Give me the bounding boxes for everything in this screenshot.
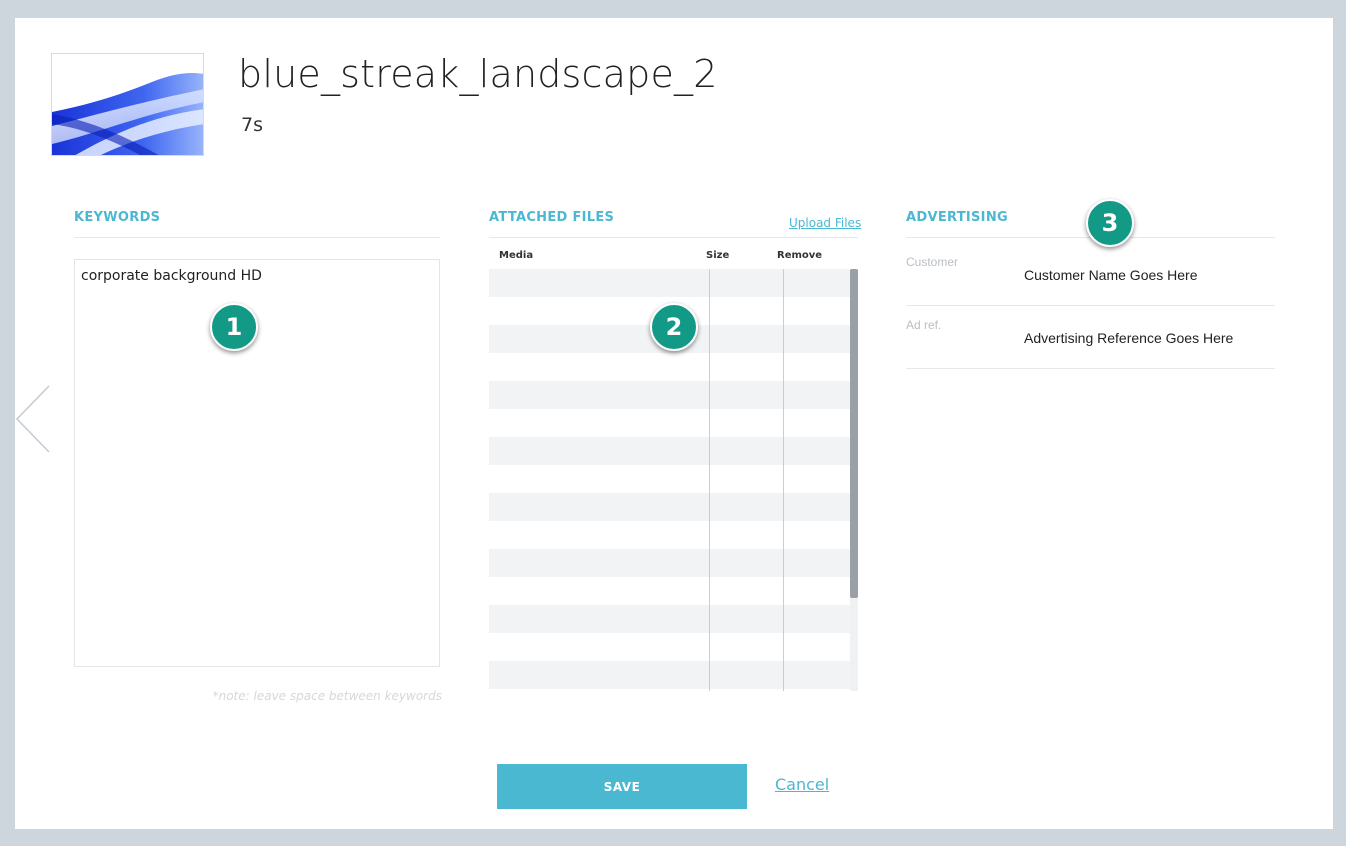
media-thumbnail [51, 53, 204, 156]
column-header-remove[interactable]: Remove [777, 250, 822, 261]
table-row [489, 577, 858, 605]
callout-badge-1: 1 [210, 303, 258, 351]
table-row [489, 521, 858, 549]
table-row [489, 353, 858, 381]
table-row [489, 381, 858, 409]
table-row [489, 409, 858, 437]
ad-ref-field[interactable]: Advertising Reference Goes Here [1024, 330, 1233, 346]
table-row [489, 493, 858, 521]
table-row [489, 605, 858, 633]
column-header-size[interactable]: Size [706, 250, 729, 261]
ad-ref-label: Ad ref. [906, 318, 942, 332]
advertising-row-divider [906, 305, 1275, 306]
advertising-heading: ADVERTISING [906, 210, 1008, 225]
table-row [489, 465, 858, 493]
callout-badge-2: 2 [650, 303, 698, 351]
table-row [489, 437, 858, 465]
column-divider [783, 269, 784, 691]
files-scrollbar-thumb[interactable] [850, 269, 858, 598]
table-row [489, 661, 858, 689]
keywords-heading: KEYWORDS [74, 210, 161, 225]
attached-files-heading: ATTACHED FILES [489, 210, 615, 225]
advertising-row-divider [906, 368, 1275, 369]
attached-files-divider [489, 237, 858, 238]
upload-files-link[interactable]: Upload Files [789, 216, 861, 230]
customer-label: Customer [906, 255, 959, 269]
customer-field[interactable]: Customer Name Goes Here [1024, 267, 1198, 283]
callout-badge-3: 3 [1086, 199, 1134, 247]
column-header-media[interactable]: Media [499, 250, 533, 261]
column-divider [709, 269, 710, 691]
keywords-divider [74, 237, 440, 238]
table-row [489, 549, 858, 577]
media-duration: 7s [241, 114, 263, 136]
keywords-note: *note: leave space between keywords [212, 689, 442, 703]
cancel-link[interactable]: Cancel [775, 775, 829, 794]
save-button[interactable]: SAVE [497, 764, 747, 809]
media-title: blue_streak_landscape_2 [238, 52, 718, 96]
table-row [489, 633, 858, 661]
table-row [489, 269, 858, 297]
previous-arrow-icon[interactable] [14, 384, 52, 454]
